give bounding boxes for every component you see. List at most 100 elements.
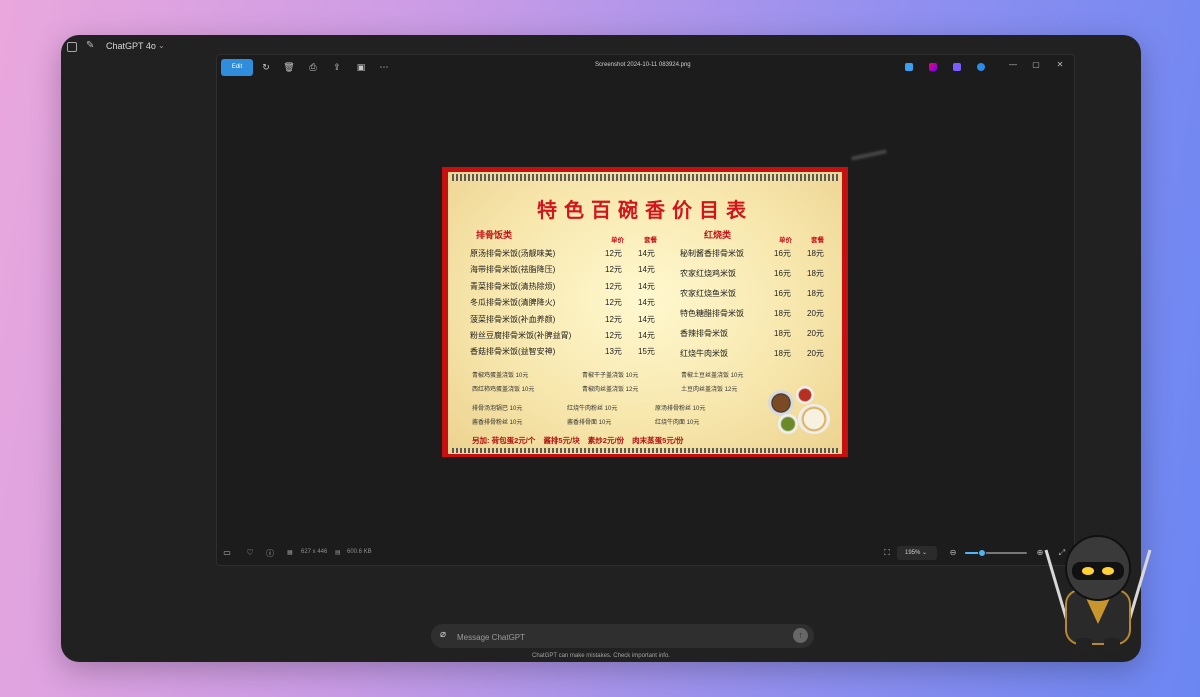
fit-to-window-icon[interactable]: ⛶ [882,548,892,558]
new-chat-icon[interactable]: ✎ [86,41,97,51]
mascot-mask [1072,562,1124,580]
extra-item: 酱排5元/块 [543,436,580,445]
favorite-icon[interactable]: ♡ [245,548,255,557]
menu-item-unit-price: 18元 [774,329,791,338]
bowl-shape [796,386,814,404]
photos-status-bar: ▭ ♡ ⓘ ▦ 627 x 446 ▤ 600.6 KB ⛶ 195% ⌄ ⊖ … [217,541,1074,565]
menu-item-set-price: 20元 [807,349,824,358]
menu-item-set-price: 14元 [638,265,655,275]
file-size: 600.6 KB [347,549,372,555]
menu-item-name: 香菇排骨米饭(益智安神) [470,347,556,357]
menu-item-set-price: 18元 [807,289,824,298]
chevron-down-icon[interactable]: ⌄ [158,41,165,50]
menu-item-unit-price: 18元 [774,309,791,318]
menu-item-name: 海带排骨米饭(祛脂降压) [470,265,556,275]
rice-bowl-item: 青椒鸡蛋盖浇饭 10元 [472,373,529,379]
print-icon[interactable]: ⎙ [307,61,319,73]
menu-item-unit-price: 16元 [774,269,791,278]
minimize-icon[interactable]: — [1007,60,1019,69]
extra-item: 肉末蒸蛋5元/份 [632,436,684,445]
mascot-foot [1076,638,1092,652]
zoom-level-dropdown[interactable]: 195% ⌄ [897,546,937,560]
left-set-heading: 套餐 [644,237,657,244]
menu-item-name: 青菜排骨米饭(清热除烦) [470,281,556,291]
info-icon[interactable]: ⓘ [265,548,275,559]
extras-row: 另加: 荷包蛋2元/个 酱排5元/块 素炒2元/份 肉末蒸蛋5元/份 [472,435,689,446]
zoom-slider-thumb[interactable] [978,549,987,557]
right-unit-heading: 单价 [779,237,792,244]
glare-mark [850,149,888,161]
message-input[interactable] [455,628,779,646]
noodle-item: 酱香排骨面 10元 [567,420,612,426]
noodle-item: 排骨汤泡锅巴 10元 [472,406,523,412]
menu-image: 特色百碗香价目表 排骨饭类 单价 套餐 红烧类 单价 套餐 原汤排骨米饭(汤靓味… [442,167,848,457]
model-selector[interactable]: ChatGPT 4o [106,41,156,51]
mascot-foot [1104,638,1120,652]
delete-icon[interactable]: 🗑 [283,61,295,73]
zoom-out-icon[interactable]: ⊖ [948,548,958,557]
edit-button-label: Edit [231,64,243,70]
more-options-icon[interactable]: ⋯ [378,61,390,73]
extra-item: 素炒2元/份 [587,436,625,445]
menu-item-unit-price: 12元 [605,281,622,291]
bowl-shape [768,390,794,416]
slideshow-icon[interactable]: ▣ [355,61,367,73]
chatgpt-window: ✎ ChatGPT 4o ⌄ Edit ↻ 🗑 ⎙ ⇪ ▣ ⋯ Screensh… [61,35,1141,662]
rice-bowl-item: 西红柿鸡蛋盖浇饭 10元 [472,387,535,393]
menu-item-set-price: 20元 [807,309,824,318]
sidebar-toggle-icon[interactable] [67,42,77,52]
menu-item-set-price: 18元 [807,249,824,258]
pattern-border-top [452,174,838,181]
menu-item-set-price: 15元 [638,347,655,357]
photos-viewer-window: Edit ↻ 🗑 ⎙ ⇪ ▣ ⋯ Screenshot 2024-10-11 0… [216,54,1075,566]
menu-item-unit-price: 12元 [605,249,622,258]
menu-item-name: 农家红烧鱼米饭 [680,289,736,298]
zoom-slider[interactable] [965,549,1027,557]
photos-toolbar: Edit ↻ 🗑 ⎙ ⇪ ▣ ⋯ Screenshot 2024-10-11 0… [217,55,1074,81]
menu-item-unit-price: 16元 [774,249,791,258]
noodle-item: 红烧牛肉面 10元 [655,420,700,426]
noodle-item: 酱香排骨粉丝 10元 [472,420,523,426]
menu-item-name: 特色糖醋排骨米饭 [680,309,744,318]
onedrive-icon[interactable] [977,63,985,71]
edit-button[interactable]: Edit [221,59,253,76]
close-icon[interactable]: ✕ [1054,60,1066,69]
menu-board: 特色百碗香价目表 排骨饭类 单价 套餐 红烧类 单价 套餐 原汤排骨米饭(汤靓味… [448,172,842,454]
zoom-level: 195% [905,550,921,556]
menu-item-name: 红烧牛肉米饭 [680,349,728,358]
noodle-item: 红烧牛肉粉丝 10元 [567,406,618,412]
extra-item: 另加: 荷包蛋2元/个 [472,436,536,445]
file-name: Screenshot 2024-10-11 083924.png [595,62,691,68]
attach-icon[interactable]: ⌀ [440,629,446,640]
menu-item-name: 粉丝豆腐排骨米饭(补脾益胃) [470,331,572,340]
designer-app-icon[interactable] [905,63,913,71]
menu-item-name: 菠菜排骨米饭(补血养颜) [470,314,556,324]
menu-title: 特色百碗香价目表 [537,198,753,222]
rice-bowl-item: 土豆肉丝盖浇饭 12元 [681,387,738,393]
menu-item-set-price: 14元 [638,281,655,291]
menu-item-set-price: 14元 [638,331,655,340]
rotate-icon[interactable]: ↻ [260,61,272,73]
menu-item-set-price: 14元 [638,314,655,324]
menu-item-set-price: 20元 [807,329,824,338]
image-viewport[interactable]: 特色百碗香价目表 排骨饭类 单价 套餐 红烧类 单价 套餐 原汤排骨米饭(汤靓味… [217,81,1074,541]
image-dimensions-icon: ▦ [287,550,293,556]
photo-app-icon[interactable] [953,63,961,71]
pattern-border-bottom [452,448,838,453]
maximize-icon[interactable]: ▢ [1030,60,1042,69]
menu-item-set-price: 14元 [638,298,655,308]
menu-item-set-price: 14元 [638,249,655,258]
image-dimensions: 627 x 446 [301,549,328,555]
mascot-eye [1082,567,1094,575]
clipchamp-app-icon[interactable] [929,63,937,71]
arrow-up-icon: ↑ [798,630,803,640]
share-icon[interactable]: ⇪ [331,61,343,73]
send-button[interactable]: ↑ [793,628,808,643]
menu-item-name: 冬瓜排骨米饭(清脾降火) [470,298,556,308]
menu-item-unit-price: 12元 [605,298,622,308]
right-set-heading: 套餐 [811,237,824,244]
rice-bowl-item: 青椒干子盖浇饭 10元 [582,373,639,379]
menu-item-unit-price: 12元 [605,314,622,324]
rice-bowl-item: 青椒肉丝盖浇饭 12元 [582,387,639,393]
filmstrip-icon[interactable]: ▭ [222,548,232,557]
